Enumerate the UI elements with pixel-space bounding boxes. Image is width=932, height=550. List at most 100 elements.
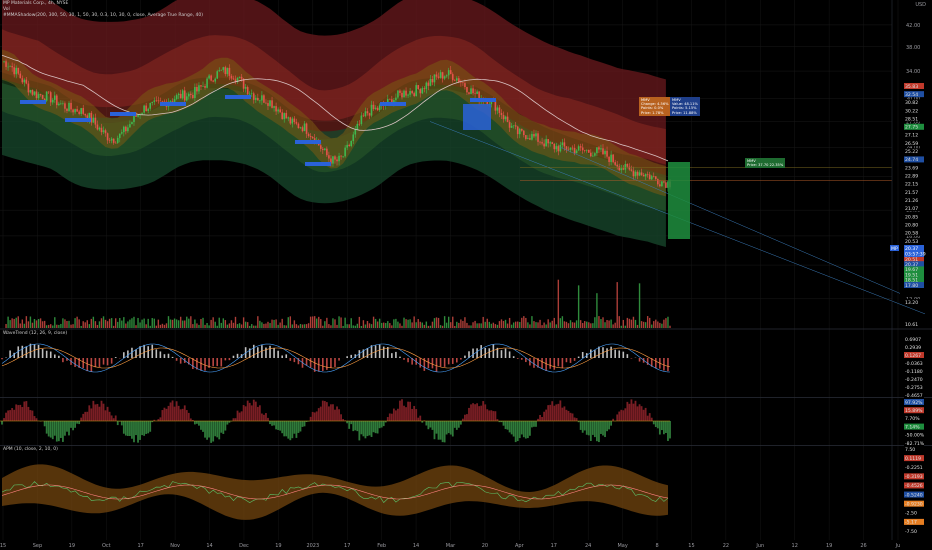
volume-bar xyxy=(228,323,231,328)
volume-bar xyxy=(129,319,131,328)
volume-bar xyxy=(559,318,562,328)
volume-bar xyxy=(413,316,415,328)
time-tick: 8 xyxy=(655,543,658,549)
time-tick: 2023 xyxy=(306,543,319,549)
oscillator-bar xyxy=(449,421,452,435)
wavetrend-bar xyxy=(382,346,385,358)
price-axis[interactable]: 42.0038.0034.0030.0027.0024.0021.0018.00… xyxy=(890,23,926,535)
candle-body xyxy=(214,78,216,82)
oscillator-bar xyxy=(96,403,99,421)
volume-bar xyxy=(100,318,103,328)
candle-body xyxy=(366,111,369,114)
volume-bar xyxy=(557,279,560,328)
oscillator-bar xyxy=(478,406,481,421)
candle-body xyxy=(328,155,330,159)
volume-bar xyxy=(198,324,200,328)
oscillator-bar xyxy=(1,421,3,425)
volume-bar xyxy=(360,325,363,328)
volume-bar xyxy=(265,323,267,328)
volume-bar xyxy=(577,285,580,328)
time-axis[interactable]: 15 Sep 19 Oct 17 Nov 14 Dec 19 2023 17 Feb 14 Mar 20 Ap… xyxy=(0,543,900,549)
volume-bar xyxy=(506,323,509,328)
volume-bar xyxy=(165,323,168,328)
price-tag: 24.74 xyxy=(905,157,918,163)
candle-body xyxy=(403,90,405,98)
candle-body xyxy=(523,130,525,136)
volume-bar xyxy=(468,325,470,328)
volume-bar xyxy=(96,324,99,328)
oscillator-bar xyxy=(141,421,143,436)
candle-body xyxy=(106,133,109,141)
oscillator-bar xyxy=(187,412,190,421)
volume-bar xyxy=(277,324,279,328)
indicator-legend[interactable]: #MMAShadow(200, 300, 50, 30, 1, 50, 30, … xyxy=(3,13,203,19)
candle-body xyxy=(33,91,36,95)
oscillator-bar xyxy=(143,421,146,436)
candle-body xyxy=(429,78,432,86)
apm-legend[interactable]: APM (10, close, 2, 10, 0) xyxy=(3,447,58,453)
candle-body xyxy=(196,87,198,92)
candle-body xyxy=(512,125,515,126)
candle-body xyxy=(498,107,501,113)
oscillator-bar xyxy=(281,421,284,434)
oscillator-bar xyxy=(35,418,38,421)
price-tag: 23.69 xyxy=(905,165,918,171)
candle-body xyxy=(401,92,403,98)
candle-body xyxy=(230,75,233,79)
oscillator-bar xyxy=(524,421,527,439)
volume-bar xyxy=(545,324,547,328)
volume-bar xyxy=(383,322,385,328)
wavetrend-bar xyxy=(127,350,129,358)
volume-bar xyxy=(84,322,86,328)
currency-text[interactable]: USD xyxy=(915,2,926,8)
wavetrend-bar xyxy=(484,347,487,358)
wavetrend-legend[interactable]: WaveTrend (12, 26, 9, close) xyxy=(3,331,67,337)
wavetrend-bar xyxy=(492,344,495,358)
candle-body xyxy=(624,163,627,170)
wavetrend-bar xyxy=(1,358,3,360)
price-tag: 21.26 xyxy=(905,198,918,204)
oscillator-bar xyxy=(636,406,639,421)
volume-bar xyxy=(287,317,289,328)
oscillator-bar xyxy=(147,421,150,434)
volume-bar xyxy=(206,322,208,328)
candle-body xyxy=(441,72,444,79)
candle-body xyxy=(181,90,184,99)
volume-bar xyxy=(196,323,198,328)
volume-bar xyxy=(517,321,519,328)
oscillator-bar xyxy=(529,421,531,436)
candle-body xyxy=(277,109,279,112)
oscillator-bar xyxy=(173,406,176,421)
candle-body xyxy=(326,148,328,156)
chart-canvas[interactable]: 42.0038.0034.0030.0027.0024.0021.0018.00… xyxy=(0,0,932,550)
candle-body xyxy=(559,145,562,152)
volume-bar xyxy=(655,319,657,328)
price-tag: 21.57 xyxy=(905,190,918,196)
volume-bar xyxy=(624,325,627,328)
time-tick: Apr xyxy=(515,543,525,549)
candle-body xyxy=(78,111,80,114)
volume-bar xyxy=(273,319,275,328)
oscillator-bar xyxy=(606,421,608,432)
volume-bar xyxy=(149,325,151,328)
candle-body xyxy=(535,133,537,137)
candle-body xyxy=(226,67,229,75)
wavetrend-bar xyxy=(90,358,93,372)
volume-bar xyxy=(358,316,361,328)
candle-body xyxy=(470,88,472,94)
wavetrend-bar xyxy=(386,347,389,358)
volume-bar xyxy=(253,325,255,328)
candle-body xyxy=(506,116,509,123)
oscillator-bar xyxy=(589,421,592,441)
currency-label[interactable]: USD xyxy=(915,2,926,8)
oscillator-bar xyxy=(5,412,7,421)
time-tick: 14 xyxy=(206,543,212,549)
wavetrend-bar xyxy=(403,358,405,360)
candle-body xyxy=(283,113,286,120)
wavetrend-bar xyxy=(171,356,174,358)
candle-body xyxy=(159,100,162,102)
oscillator-bar xyxy=(504,421,507,430)
volume-bar xyxy=(419,321,421,328)
wavetrend-bar xyxy=(216,358,219,367)
volume-bar xyxy=(362,320,365,328)
